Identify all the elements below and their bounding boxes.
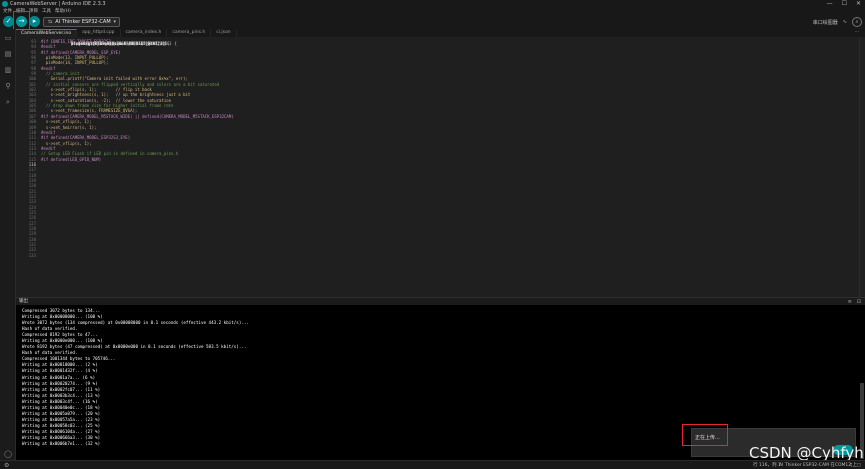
debug-panel-icon[interactable]: ⚲	[3, 81, 13, 91]
check-icon: ✓	[5, 17, 12, 25]
editor-tabs: CameraWebServer.ino app_httpd.cpp camera…	[16, 29, 865, 37]
window-title: CameraWebServer | Arduino IDE 2.3.3	[10, 1, 106, 7]
settings-gear-icon[interactable]: ⚙	[4, 461, 9, 469]
toolbar-right: 串口绘图器 ∿ ⌕	[813, 17, 862, 27]
editor-scrollbar[interactable]	[859, 37, 865, 297]
boards-manager-icon[interactable]: ▤	[3, 49, 13, 59]
account-icon[interactable]: ◯	[3, 449, 13, 459]
arduino-logo-icon	[2, 1, 8, 7]
output-lines: Compressed 3072 bytes to 134... Writing a…	[22, 308, 249, 447]
folder-icon[interactable]: ▭	[3, 33, 13, 43]
line-number: 133	[28, 252, 36, 258]
maximize-icon[interactable]: ☐	[842, 0, 847, 8]
chevron-down-icon: ▾	[113, 19, 116, 25]
tab-app-httpd[interactable]: app_httpd.cpp	[77, 29, 121, 37]
status-icons: ♫ ▢	[849, 461, 861, 469]
board-selector[interactable]: ⇆ AI Thinker ESP32-CAM ▾	[43, 17, 120, 27]
output-panel-header: 输出 ≡ ⊡	[16, 297, 865, 305]
serial-plotter-button[interactable]: 串口绘图器	[813, 19, 838, 26]
output-line: Writing at 0x0006b7e1... (32 %)	[22, 441, 101, 447]
code-line[interactable]	[66, 41, 846, 46]
debug-button[interactable]: ▸	[29, 16, 40, 27]
menu-file[interactable]: 文件	[3, 8, 12, 15]
library-manager-icon[interactable]: ▥	[3, 65, 13, 75]
status-bar: ⚙ 行 116，列 1 AI Thinker ESP32-CAM 在COM12 …	[0, 460, 865, 469]
tab-camera-pins[interactable]: camera_pins.h	[167, 29, 212, 37]
activity-bar: ▭ ▤ ▥ ⚲ ⌕ ◯	[0, 29, 16, 460]
title-bar: CameraWebServer | Arduino IDE 2.3.3 — ☐ …	[0, 0, 865, 8]
tab-ci-json[interactable]: ci.json	[211, 29, 237, 37]
tab-camera-index[interactable]: camera_index.h	[121, 29, 168, 37]
code-editor[interactable]: 93 94 95 96 97 98 99 100 101 102 103 104 105 106 107 10…	[16, 37, 865, 297]
serial-plotter-icon[interactable]: ∿	[843, 19, 847, 25]
minimize-icon[interactable]: —	[827, 0, 833, 8]
board-name: AI Thinker ESP32-CAM	[55, 19, 111, 25]
menu-tools[interactable]: 工具	[42, 8, 51, 15]
upload-button-highlight	[13, 11, 30, 31]
tab-camerawebserver[interactable]: CameraWebServer.ino	[16, 29, 78, 37]
menu-bar: 文件 编辑 项目 工具 帮助(H)	[0, 8, 865, 15]
close-icon[interactable]: ✕	[856, 0, 861, 8]
window-controls: — ☐ ✕	[827, 0, 861, 8]
more-icon[interactable]: ···	[855, 29, 865, 37]
code-area[interactable]: config.frame_size = FRAMESIZE_240X240; #i…	[41, 39, 821, 162]
debug-icon: ▸	[32, 17, 37, 25]
notification-highlight	[682, 424, 728, 446]
layout-icon[interactable]: ▢	[857, 461, 861, 469]
code-line[interactable]: #if defined(LED_GPIO_NUM)	[41, 157, 821, 162]
cursor-position[interactable]: 行 116，列 1	[753, 461, 781, 469]
line-number-gutter: 93 94 95 96 97 98 99 100 101 102 103 104 105 106 107 10…	[16, 39, 36, 258]
menu-help[interactable]: 帮助(H)	[55, 8, 71, 15]
toolbar: ✓ → ▸ ⇆ AI Thinker ESP32-CAM ▾ 串口绘图器 ∿ ⌕	[0, 15, 865, 29]
menu-sketch[interactable]: 项目	[29, 8, 38, 15]
serial-monitor-icon[interactable]: ⌕	[852, 17, 862, 27]
usb-icon: ⇆	[48, 19, 53, 25]
notifications-icon[interactable]: ♫	[849, 461, 853, 469]
board-port-status[interactable]: AI Thinker ESP32-CAM 在COM12 上	[779, 461, 857, 469]
search-icon[interactable]: ⌕	[3, 97, 13, 107]
